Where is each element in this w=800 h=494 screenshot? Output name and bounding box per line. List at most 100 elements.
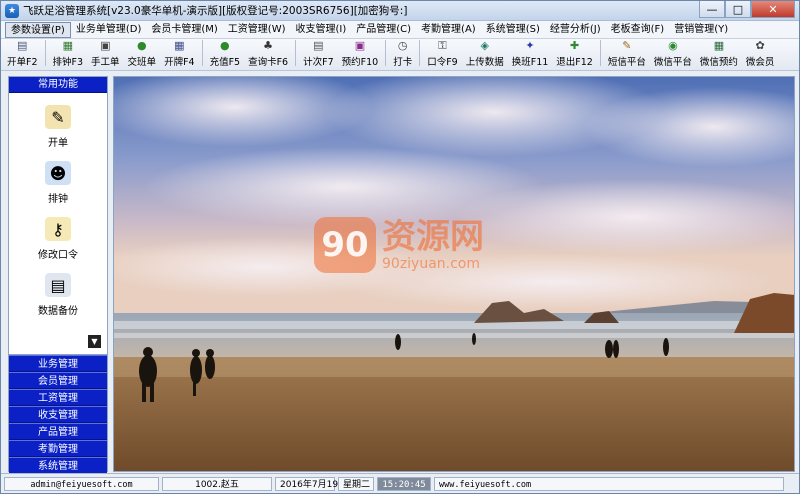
toolbar-button[interactable]: ✚ 退出F12 xyxy=(552,38,597,69)
sidebar-panel: ✎ 开单 ☻ 排钟 ⚷ 修改口令 ▤ 数据备份 ▼ xyxy=(9,93,107,355)
close-button[interactable]: ✕ xyxy=(751,1,795,18)
watermark-url: 90ziyuan.com xyxy=(382,256,481,272)
status-website: www.feiyuesoft.com xyxy=(434,476,784,491)
backup-icon: ▤ xyxy=(45,273,71,297)
main-window: ★ 飞跃足浴管理系统[v23.0豪华单机-演示版][版权登记号:2003SR67… xyxy=(0,0,800,494)
upload-icon: ◈ xyxy=(480,39,489,52)
schedule-icon: ▦ xyxy=(62,39,73,52)
toolbar-button[interactable]: ▦ 微信预约 xyxy=(696,38,742,69)
sidebar-group-button[interactable]: 考勤管理 xyxy=(9,440,107,457)
sidebar-entry[interactable]: ▤ 数据备份 xyxy=(9,261,107,317)
micro-member-icon: ✿ xyxy=(755,39,765,52)
watermark: 90 资源网 90ziyuan.com xyxy=(314,217,484,273)
wechat-icon: ◉ xyxy=(668,39,678,52)
menu-bar: 参数设置(P) 业务单管理(D) 会员卡管理(M) 工资管理(W) 收支管理(I) 产品管… xyxy=(1,21,799,39)
menu-item[interactable]: 会员卡管理(M) xyxy=(146,22,222,38)
toolbar-button[interactable]: ▦ 开牌F4 xyxy=(160,38,199,69)
sidebar-group-button[interactable]: 系统管理 xyxy=(9,457,107,474)
beach-photo xyxy=(114,77,794,471)
toolbar-button[interactable]: ● 交班单 xyxy=(124,38,161,69)
toolbar-button-label: 开单F2 xyxy=(7,57,38,68)
toolbar-button-label: 手工单 xyxy=(91,57,120,68)
toolbar-button-label: 上传数据 xyxy=(465,57,504,68)
toolbar-separator xyxy=(44,40,46,66)
toolbar-button[interactable]: ▣ 预约F10 xyxy=(338,38,383,69)
sidebar-group-button[interactable]: 产品管理 xyxy=(9,423,107,440)
recharge-icon: ● xyxy=(220,39,230,52)
menu-item[interactable]: 参数设置(P) xyxy=(5,21,71,38)
toolbar-button[interactable]: ⚿ 口令F9 xyxy=(423,38,462,69)
menu-item[interactable]: 老板查询(F) xyxy=(606,22,670,38)
status-bar: admin@feiyuesoft.com 1002.赵五 2016年7月19日 … xyxy=(1,473,799,493)
reservation-icon: ▣ xyxy=(354,39,366,52)
toolbar-button-label: 排钟F3 xyxy=(52,57,84,68)
notepad-pencil-icon: ✎ xyxy=(45,105,71,129)
sidebar-group-button[interactable]: 业务管理 xyxy=(9,355,107,372)
sidebar-entry[interactable]: ☻ 排钟 xyxy=(9,149,107,205)
wechat-reserve-icon: ▦ xyxy=(713,39,725,52)
window-title: 飞跃足浴管理系统[v23.0豪华单机-演示版][版权登记号:2003SR6756… xyxy=(23,5,408,17)
sidebar-entry[interactable]: ⚷ 修改口令 xyxy=(9,205,107,261)
toolbar-button[interactable]: ✿ 微会员 xyxy=(742,38,779,69)
toolbar-button-label: 交班单 xyxy=(127,57,157,68)
menu-item[interactable]: 产品管理(C) xyxy=(351,22,416,38)
maximize-button[interactable]: □ xyxy=(725,1,751,18)
toolbar-button-label: 充值F5 xyxy=(209,57,241,68)
toolbar-button-label: 开牌F4 xyxy=(164,57,195,68)
users-key-icon: ⚷ xyxy=(45,217,71,241)
toolbar-button[interactable]: ◷ 打卡 xyxy=(389,38,416,69)
toolbar-separator xyxy=(201,40,203,66)
sidebar-groups: 业务管理 会员管理 工资管理 收支管理 产品管理 考勤管理 系统管理 xyxy=(9,355,107,474)
status-user: 1002.赵五 xyxy=(162,476,272,491)
sidebar-entry-label: 修改口令 xyxy=(38,250,78,261)
status-email: admin@feiyuesoft.com xyxy=(4,476,159,491)
menu-item[interactable]: 业务单管理(D) xyxy=(71,22,147,38)
sidebar-group-button[interactable]: 会员管理 xyxy=(9,372,107,389)
shift-change-icon: ✦ xyxy=(525,39,535,52)
toolbar-button-label: 打卡 xyxy=(393,57,413,68)
toolbar-button[interactable]: ✎ 短信平台 xyxy=(604,38,650,69)
sidebar-group-button[interactable]: 工资管理 xyxy=(9,389,107,406)
toolbar-button-label: 预约F10 xyxy=(341,57,379,68)
menu-item[interactable]: 考勤管理(A) xyxy=(416,22,481,38)
minimize-button[interactable]: — xyxy=(699,1,725,18)
title-bar[interactable]: ★ 飞跃足浴管理系统[v23.0豪华单机-演示版][版权登记号:2003SR67… xyxy=(1,1,799,21)
sidebar-header[interactable]: 常用功能 xyxy=(9,77,107,93)
status-date: 2016年7月19日 xyxy=(275,476,347,491)
toolbar-button[interactable]: ▣ 手工单 xyxy=(87,38,124,69)
window-controls: — □ ✕ xyxy=(699,1,795,18)
toolbar-separator xyxy=(599,40,601,66)
toolbar: ▤ 开单F2 ▦ 排钟F3 ▣ 手工单 ● 交班单 ▦ 开牌F4 ● 充值F5 ♣ 查询卡F6 ▤ 计次F7 ▣… xyxy=(1,39,799,71)
status-time: 15:20:45 xyxy=(377,476,431,491)
toolbar-button-label: 口令F9 xyxy=(427,57,458,68)
toolbar-button[interactable]: ▤ 计次F7 xyxy=(299,38,338,69)
toolbar-separator xyxy=(419,40,421,66)
main-content: 90 资源网 90ziyuan.com xyxy=(113,76,795,472)
sidebar-entry-label: 排钟 xyxy=(48,194,68,205)
toolbar-button[interactable]: ▤ 开单F2 xyxy=(3,38,42,69)
toolbar-button[interactable]: ● 充值F5 xyxy=(206,38,245,69)
menu-item[interactable]: 经营分析(J) xyxy=(545,22,606,38)
toolbar-button-label: 查询卡F6 xyxy=(248,57,289,68)
sidebar-entry[interactable]: ✎ 开单 xyxy=(9,93,107,149)
app-icon: ★ xyxy=(5,3,19,18)
menu-item[interactable]: 收支管理(I) xyxy=(291,22,352,38)
toolbar-separator xyxy=(295,40,297,66)
toolbar-button[interactable]: ✦ 换班F11 xyxy=(508,38,553,69)
toolbar-button[interactable]: ▦ 排钟F3 xyxy=(49,38,88,69)
counter-icon: ▤ xyxy=(313,39,324,52)
toolbar-button-label: 微信预约 xyxy=(699,57,738,68)
toolbar-separator xyxy=(385,40,387,66)
toolbar-button[interactable]: ♣ 查询卡F6 xyxy=(244,38,292,69)
scroll-down-button[interactable]: ▼ xyxy=(88,335,101,348)
menu-item[interactable]: 工资管理(W) xyxy=(223,22,291,38)
status-weekday: 星期二 xyxy=(338,476,374,491)
toolbar-button[interactable]: ◉ 微信平台 xyxy=(650,38,696,69)
toolbar-button[interactable]: ◈ 上传数据 xyxy=(462,38,508,69)
sidebar-entry-label: 数据备份 xyxy=(38,306,78,317)
toolbar-button-label: 短信平台 xyxy=(607,57,646,68)
sidebar-group-button[interactable]: 收支管理 xyxy=(9,406,107,423)
menu-item[interactable]: 系统管理(S) xyxy=(481,22,545,38)
menu-item[interactable]: 营销管理(Y) xyxy=(669,22,733,38)
sidebar: 常用功能 ✎ 开单 ☻ 排钟 ⚷ 修改口令 ▤ 数据备份 ▼ 业务管理 会员管理 工资管理 收支管理产… xyxy=(8,76,108,474)
